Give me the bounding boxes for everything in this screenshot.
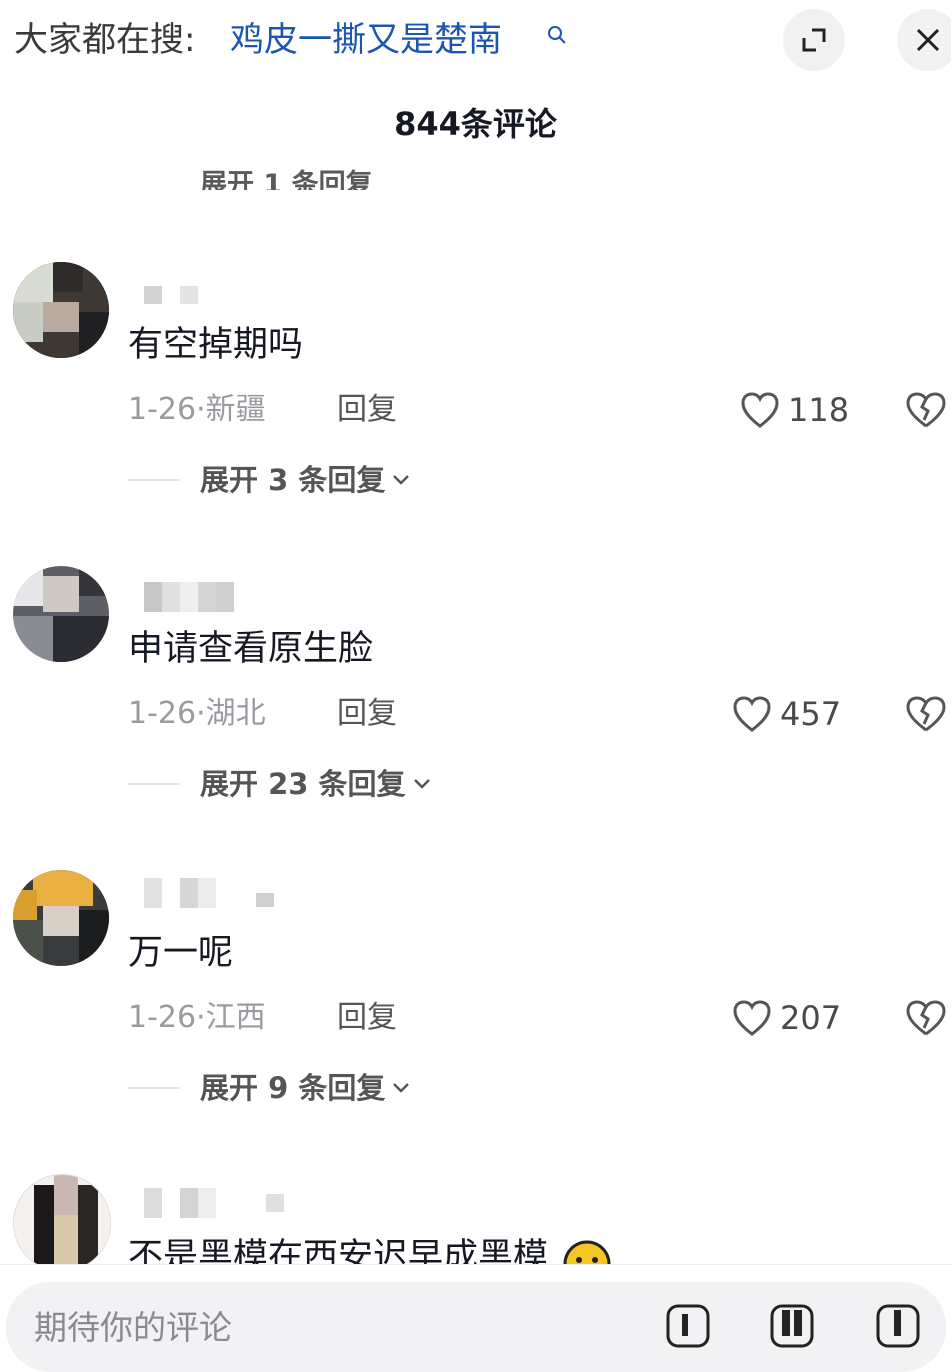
chevron-down-icon <box>413 779 430 789</box>
avatar[interactable] <box>13 1174 111 1272</box>
like-count: 118 <box>788 391 850 429</box>
avatar[interactable] <box>13 566 109 662</box>
chevron-down-icon <box>393 475 410 485</box>
at-mention-icon[interactable] <box>664 1300 712 1348</box>
meta-separator: · <box>196 392 206 427</box>
like-count: 207 <box>780 999 842 1037</box>
heart-icon <box>733 1000 771 1036</box>
comment-location: 湖北 <box>205 696 266 731</box>
username-obscured[interactable] <box>144 878 274 908</box>
previous-expand-clipped: 展开 1 条回复 <box>0 160 951 190</box>
reply-button[interactable]: 回复 <box>337 998 397 1038</box>
comment-date: 1-26 <box>128 1000 197 1035</box>
chevron-down-icon <box>393 1083 410 1093</box>
comment-text: 万一呢 <box>128 933 234 973</box>
fullscreen-button[interactable] <box>783 9 845 71</box>
comment-meta: 1-26·江西 <box>128 998 266 1038</box>
avatar-image <box>13 870 109 966</box>
like-button[interactable]: 207 <box>732 998 841 1038</box>
divider <box>128 479 180 481</box>
comment-meta: 1-26·湖北 <box>128 694 266 734</box>
hot-search-term-link[interactable]: 鸡皮一撕又是楚南 <box>230 18 502 62</box>
expand-replies-label: 展开 23 条回复 <box>200 767 406 801</box>
reply-button[interactable]: 回复 <box>337 390 397 430</box>
divider <box>128 783 180 785</box>
comment-text: 申请查看原生脸 <box>128 629 374 669</box>
comment-text: 有空掉期吗 <box>128 325 304 365</box>
username-obscured[interactable] <box>144 582 234 612</box>
reply-button[interactable]: 回复 <box>337 694 397 734</box>
heart-icon <box>733 696 771 732</box>
divider <box>128 1087 180 1089</box>
comments-count-title: 844条评论 <box>394 105 557 143</box>
meta-separator: · <box>196 1000 206 1035</box>
avatar[interactable] <box>13 870 109 966</box>
heart-icon <box>741 392 779 428</box>
avatar-image <box>13 566 109 662</box>
like-count: 457 <box>780 695 842 733</box>
expand-replies-row[interactable]: 展开 23 条回复 <box>128 764 432 804</box>
username-obscured[interactable] <box>144 282 198 308</box>
expand-replies-label: 展开 9 条回复 <box>200 1071 386 1105</box>
username-obscured[interactable] <box>144 1188 284 1218</box>
expand-replies-label: 展开 3 条回复 <box>200 463 386 497</box>
broken-heart-icon[interactable] <box>905 390 947 430</box>
image-icon[interactable] <box>768 1300 816 1348</box>
avatar-image <box>14 1175 110 1271</box>
expand-replies-row[interactable]: 展开 9 条回复 <box>128 1068 411 1108</box>
comment-location: 江西 <box>205 1000 266 1035</box>
like-button[interactable]: 118 <box>740 390 849 430</box>
comment-meta: 1-26·新疆 <box>128 390 266 430</box>
comment-date: 1-26 <box>128 392 197 427</box>
comment-date: 1-26 <box>128 696 197 731</box>
comment-input-placeholder[interactable]: 期待你的评论 <box>34 1305 232 1351</box>
avatar[interactable] <box>13 262 109 358</box>
hot-search-prefix: 大家都在搜: <box>14 20 196 60</box>
broken-heart-icon[interactable] <box>905 998 947 1038</box>
expand-icon <box>802 28 826 52</box>
comment-location: 新疆 <box>205 392 266 427</box>
meta-separator: · <box>196 696 206 731</box>
search-icon[interactable] <box>546 24 568 46</box>
broken-heart-icon[interactable] <box>905 694 947 734</box>
expand-replies-row[interactable]: 展开 3 条回复 <box>128 460 411 500</box>
close-icon <box>916 28 940 52</box>
previous-expand-replies[interactable]: 展开 1 条回复 <box>200 162 373 190</box>
avatar-image <box>13 262 109 358</box>
like-button[interactable]: 457 <box>732 694 841 734</box>
emoji-picker-icon[interactable] <box>874 1300 922 1348</box>
close-button[interactable] <box>897 9 951 71</box>
